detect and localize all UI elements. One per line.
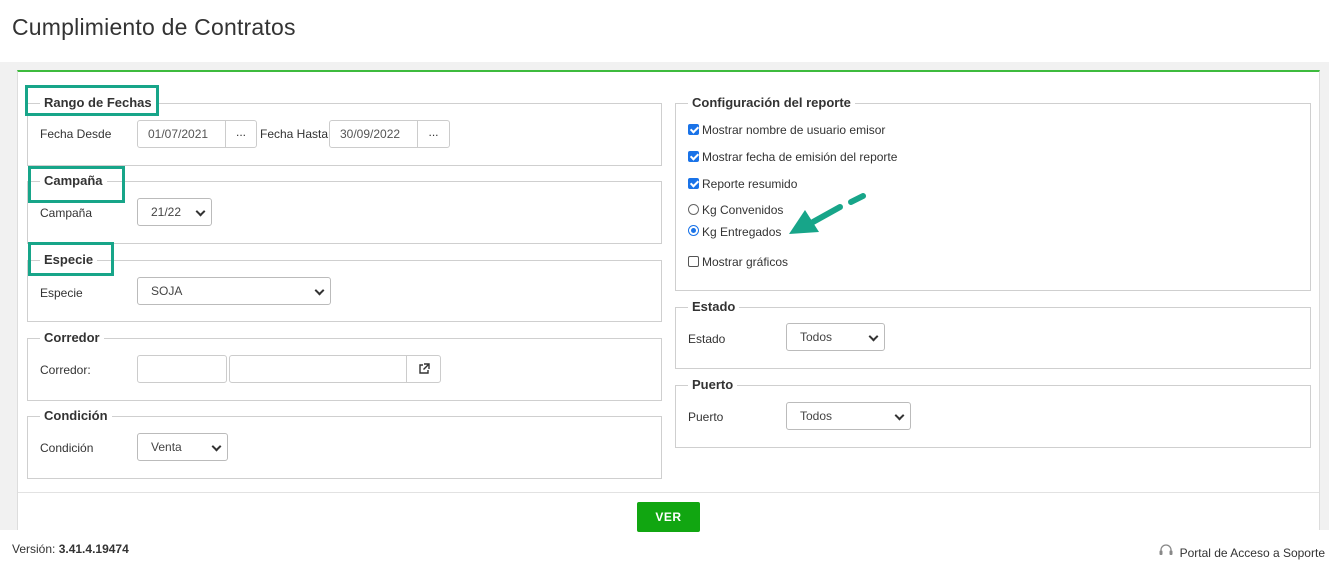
fieldset-estado: Estado: [675, 299, 1311, 369]
headset-icon: [1159, 544, 1173, 555]
estado-select-value: Todos: [800, 330, 833, 344]
legend-corredor: Corredor: [40, 330, 104, 346]
fecha-desde-label: Fecha Desde: [40, 127, 112, 141]
checkbox-fecha-emision[interactable]: [688, 151, 699, 162]
ver-button[interactable]: VER: [637, 502, 700, 532]
fecha-desde-input[interactable]: 01/07/2021: [137, 120, 226, 148]
condicion-label: Condición: [40, 441, 94, 455]
fieldset-puerto: Puerto: [675, 377, 1311, 448]
especie-select[interactable]: SOJA: [137, 277, 331, 305]
corredor-name-input[interactable]: [229, 355, 407, 383]
radio-kg-entregados[interactable]: [688, 225, 699, 236]
option-label-kg-entregados: Kg Entregados: [702, 225, 782, 239]
fecha-hasta-input[interactable]: 30/09/2022: [329, 120, 418, 148]
condicion-select-value: Venta: [151, 440, 182, 454]
puerto-select-value: Todos: [800, 409, 833, 423]
chevron-down-icon: [314, 285, 325, 296]
campana-label: Campaña: [40, 206, 93, 220]
fieldset-especie: Especie: [27, 252, 662, 322]
campana-select[interactable]: 21/22: [137, 198, 212, 226]
legend-campana: Campaña: [40, 173, 107, 189]
especie-label: Especie: [40, 286, 83, 300]
option-label-usuario-emisor: Mostrar nombre de usuario emisor: [702, 123, 886, 137]
checkbox-reporte-resumido[interactable]: [688, 178, 699, 189]
legend-configuracion: Configuración del reporte: [688, 95, 855, 111]
legend-puerto: Puerto: [688, 377, 738, 393]
fecha-desde-picker-button[interactable]: ...: [225, 120, 257, 148]
checkbox-mostrar-graficos[interactable]: [688, 256, 699, 267]
corredor-label: Corredor:: [40, 363, 91, 377]
option-label-kg-convenidos: Kg Convenidos: [702, 203, 784, 217]
radio-kg-convenidos[interactable]: [688, 204, 699, 215]
option-label-reporte-resumido: Reporte resumido: [702, 177, 798, 191]
legend-condicion: Condición: [40, 408, 112, 424]
footer-version: Versión: 3.41.4.19474: [12, 542, 129, 556]
chevron-down-icon: [211, 441, 222, 452]
annotation-arrow-icon: [789, 193, 866, 234]
campana-select-value: 21/22: [151, 205, 182, 219]
estado-label: Estado: [688, 332, 726, 346]
corredor-code-input[interactable]: [137, 355, 227, 383]
page-title: Cumplimiento de Contratos: [12, 14, 296, 40]
estado-select[interactable]: Todos: [786, 323, 885, 351]
fieldset-condicion: Condición: [27, 408, 662, 479]
support-portal-link[interactable]: Portal de Acceso a Soporte: [1180, 546, 1325, 560]
external-link-icon: [418, 363, 430, 374]
option-label-mostrar-graficos: Mostrar gráficos: [702, 255, 789, 269]
condicion-select[interactable]: Venta: [137, 433, 228, 461]
chevron-down-icon: [868, 331, 879, 342]
checkbox-usuario-emisor[interactable]: [688, 124, 699, 135]
legend-estado: Estado: [688, 299, 740, 315]
legend-especie: Especie: [40, 252, 98, 268]
legend-rango-fechas: Rango de Fechas: [40, 95, 156, 111]
especie-select-value: SOJA: [151, 284, 183, 298]
version-prefix: Versión:: [12, 542, 56, 556]
fieldset-campana: Campaña: [27, 173, 662, 244]
puerto-label: Puerto: [688, 410, 724, 424]
fecha-hasta-picker-button[interactable]: ...: [417, 120, 450, 148]
fecha-hasta-label: Fecha Hasta: [260, 127, 329, 141]
version-value: 3.41.4.19474: [58, 542, 129, 556]
option-label-fecha-emision: Mostrar fecha de emisión del reporte: [702, 150, 898, 164]
corredor-lookup-button[interactable]: [406, 355, 441, 383]
chevron-down-icon: [894, 410, 905, 421]
puerto-select[interactable]: Todos: [786, 402, 911, 430]
chevron-down-icon: [195, 206, 206, 217]
